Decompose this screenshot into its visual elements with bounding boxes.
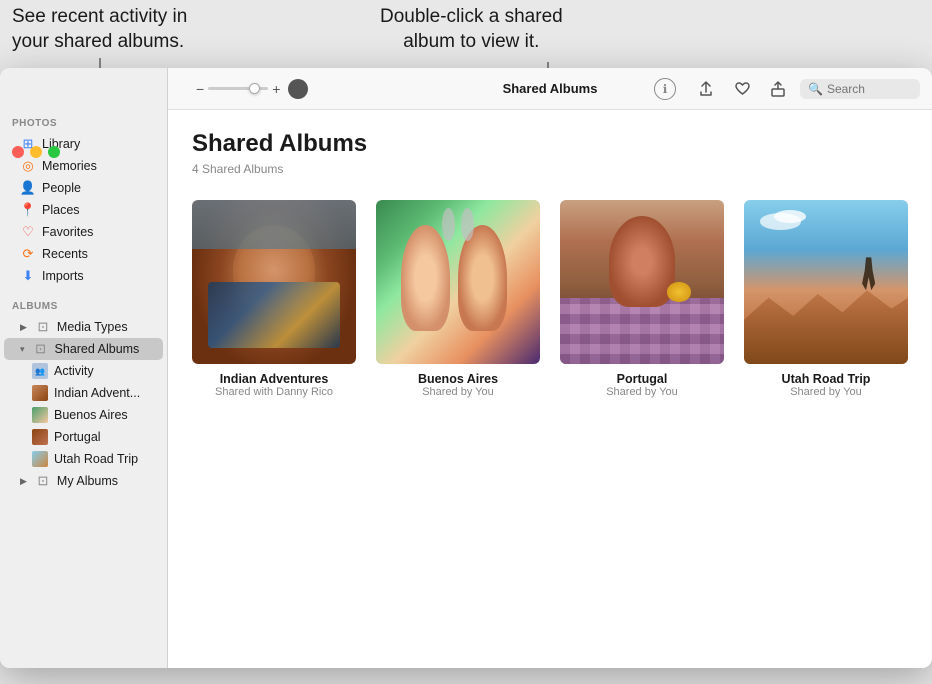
album-name-buenos: Buenos Aires: [418, 372, 498, 386]
window-controls: [12, 146, 60, 158]
sidebar-item-places[interactable]: 📍 Places: [4, 199, 163, 221]
people-icon: 👤: [20, 180, 36, 196]
favorites-icon: ♡: [20, 224, 36, 240]
portugal-thumb-icon: [32, 429, 48, 445]
utah-thumb-icon: [32, 451, 48, 467]
main-content: − + Shared Albums ℹ: [168, 68, 932, 668]
expand-my-albums-icon: ▶: [20, 476, 27, 487]
sidebar-item-activity[interactable]: 👥 Activity: [4, 360, 163, 382]
heart-icon: [735, 82, 750, 96]
export-icon: [771, 81, 785, 97]
content-area: Shared Albums 4 Shared Albums: [168, 110, 932, 668]
album-item-buenos[interactable]: Buenos Aires Shared by You: [376, 200, 540, 398]
album-name-indian: Indian Adventures: [220, 372, 329, 386]
sidebar-item-people[interactable]: 👤 People: [4, 177, 163, 199]
memories-icon: ◎: [20, 158, 36, 174]
album-item-indian[interactable]: Indian Adventures Shared with Danny Rico: [192, 200, 356, 398]
sidebar-item-portugal-label: Portugal: [54, 430, 101, 444]
export-button[interactable]: [764, 75, 792, 103]
album-count: 4 Shared Albums: [192, 162, 908, 176]
sidebar-item-buenos-label: Buenos Aires: [54, 408, 128, 422]
sidebar-item-shared-albums-label: Shared Albums: [55, 342, 140, 356]
sidebar-item-utah[interactable]: Utah Road Trip: [4, 448, 163, 470]
sidebar-item-my-albums[interactable]: ▶ ⊡ My Albums: [4, 470, 163, 492]
sidebar-item-activity-label: Activity: [54, 364, 94, 378]
sidebar-item-favorites[interactable]: ♡ Favorites: [4, 221, 163, 243]
album-thumb-indian: [192, 200, 356, 364]
album-name-portugal: Portugal: [617, 372, 668, 386]
annotation-top-right: Double-click a shared album to view it.: [380, 5, 563, 54]
album-sub-portugal: Shared by You: [606, 386, 678, 398]
sidebar-item-indian-adventures[interactable]: Indian Advent...: [4, 382, 163, 404]
sidebar-item-portugal[interactable]: Portugal: [4, 426, 163, 448]
sidebar-item-utah-label: Utah Road Trip: [54, 452, 138, 466]
albums-grid: Indian Adventures Shared with Danny Rico: [192, 200, 908, 398]
imports-icon: ⬇: [20, 268, 36, 284]
sidebar-item-places-label: Places: [42, 203, 80, 217]
photos-section-label: Photos: [0, 110, 167, 133]
album-sub-indian: Shared with Danny Rico: [215, 386, 333, 398]
sidebar-item-people-label: People: [42, 181, 81, 195]
info-button[interactable]: ℹ: [654, 78, 676, 100]
zoom-in-button[interactable]: +: [272, 81, 280, 97]
title-bar: − + Shared Albums ℹ: [168, 68, 932, 110]
zoom-controls: − +: [196, 79, 308, 99]
share-button[interactable]: [692, 75, 720, 103]
sidebar-item-indian-label: Indian Advent...: [54, 386, 140, 400]
toolbar-title: Shared Albums: [503, 81, 598, 96]
sidebar-item-recents[interactable]: ⟳ Recents: [4, 243, 163, 265]
sidebar-item-media-types[interactable]: ▶ ⊡ Media Types: [4, 316, 163, 338]
buenos-thumb-icon: [32, 407, 48, 423]
zoom-out-button[interactable]: −: [196, 81, 204, 97]
album-name-utah: Utah Road Trip: [782, 372, 871, 386]
sidebar-item-recents-label: Recents: [42, 247, 88, 261]
album-item-utah[interactable]: Utah Road Trip Shared by You: [744, 200, 908, 398]
sidebar-item-media-types-label: Media Types: [57, 320, 128, 334]
sidebar-item-imports-label: Imports: [42, 269, 84, 283]
sidebar-item-favorites-label: Favorites: [42, 225, 93, 239]
album-sub-utah: Shared by You: [790, 386, 862, 398]
main-window: Photos ⊞ Library ◎ Memories 👤 People 📍 P…: [0, 68, 932, 668]
search-input[interactable]: [827, 82, 907, 96]
indian-thumb-icon: [32, 385, 48, 401]
zoom-circle: [288, 79, 308, 99]
sidebar-item-my-albums-label: My Albums: [57, 474, 118, 488]
recents-icon: ⟳: [20, 246, 36, 262]
sidebar-item-shared-albums[interactable]: ▾ ⊡ Shared Albums: [4, 338, 163, 360]
sidebar-item-imports[interactable]: ⬇ Imports: [4, 265, 163, 287]
sidebar-item-memories[interactable]: ◎ Memories: [4, 155, 163, 177]
media-types-icon: ⊡: [35, 319, 51, 335]
album-thumb-utah: [744, 200, 908, 364]
page-title: Shared Albums: [192, 130, 908, 158]
favorite-button[interactable]: [728, 75, 756, 103]
albums-section-label: Albums: [0, 293, 167, 316]
zoom-thumb: [249, 83, 260, 94]
zoom-slider[interactable]: [208, 87, 268, 90]
places-icon: 📍: [20, 202, 36, 218]
toolbar-actions: ℹ 🔍: [654, 75, 920, 103]
minimize-button[interactable]: [30, 146, 42, 158]
close-button[interactable]: [12, 146, 24, 158]
sidebar: Photos ⊞ Library ◎ Memories 👤 People 📍 P…: [0, 68, 168, 668]
expand-shared-albums-icon: ▾: [20, 344, 25, 355]
shared-albums-icon: ⊡: [33, 341, 49, 357]
search-box[interactable]: 🔍: [800, 79, 920, 99]
expand-media-types-icon: ▶: [20, 322, 27, 333]
sidebar-item-memories-label: Memories: [42, 159, 97, 173]
album-item-portugal[interactable]: Portugal Shared by You: [560, 200, 724, 398]
search-icon: 🔍: [808, 82, 823, 96]
album-thumb-buenos: [376, 200, 540, 364]
share-icon: [699, 81, 713, 97]
album-sub-buenos: Shared by You: [422, 386, 494, 398]
album-thumb-portugal: [560, 200, 724, 364]
sidebar-item-buenos-aires[interactable]: Buenos Aires: [4, 404, 163, 426]
maximize-button[interactable]: [48, 146, 60, 158]
annotation-top-left: See recent activity in your shared album…: [12, 5, 187, 54]
my-albums-icon: ⊡: [35, 473, 51, 489]
activity-thumb-icon: 👥: [32, 363, 48, 379]
